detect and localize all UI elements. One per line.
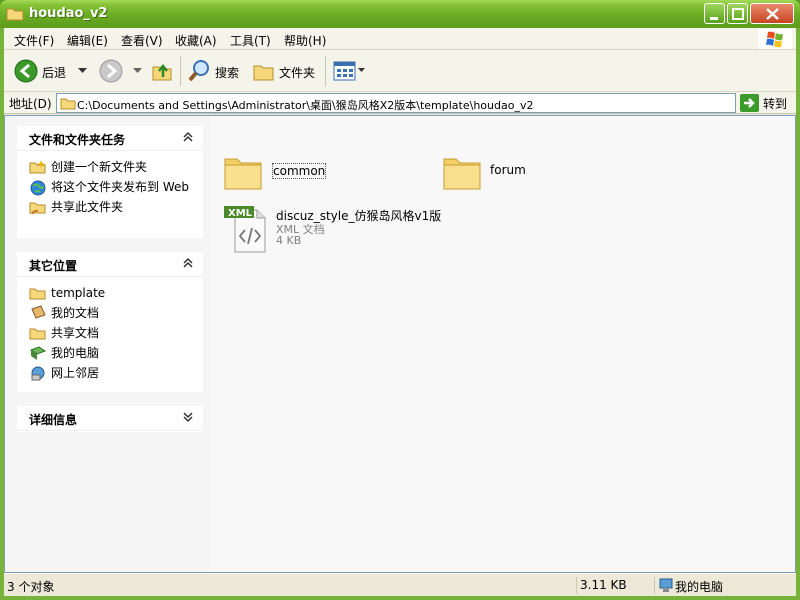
task-pane: 文件和文件夹任务 创建一个新文件夹 将这个文件夹发布到 Web 共享此文件夹 其… bbox=[5, 116, 210, 572]
network-icon bbox=[31, 366, 45, 381]
menu-bar: 文件(F) 编辑(E) 查看(V) 收藏(A) 工具(T) 帮助(H) bbox=[4, 28, 796, 50]
other-places-header[interactable]: 其它位置 bbox=[17, 252, 203, 277]
folder-icon bbox=[443, 158, 481, 190]
task-label: 共享此文件夹 bbox=[51, 200, 124, 214]
place-network[interactable]: 网上邻居 bbox=[27, 363, 203, 383]
menu-view[interactable]: 查看(V) bbox=[121, 32, 163, 49]
explorer-window: houdao_v2 文件(F) 编辑(E) 查看(V) 收藏(A) 工具(T) … bbox=[0, 0, 800, 600]
task-publish-web[interactable]: 将这个文件夹发布到 Web bbox=[27, 177, 203, 197]
minimize-button[interactable] bbox=[704, 3, 725, 24]
minimize-icon bbox=[710, 17, 718, 20]
toolbar-separator bbox=[325, 56, 326, 86]
place-label: template bbox=[51, 286, 106, 300]
address-label: 地址(D) bbox=[9, 97, 52, 111]
other-places-title: 其它位置 bbox=[29, 259, 78, 273]
up-folder-icon[interactable] bbox=[150, 59, 174, 83]
file-name: forum bbox=[490, 163, 526, 177]
forward-arrow-icon[interactable] bbox=[98, 58, 124, 84]
globe-icon bbox=[30, 180, 46, 196]
file-item-forum[interactable]: forum bbox=[442, 151, 552, 195]
place-label: 网上邻居 bbox=[51, 366, 100, 380]
title-bar[interactable]: houdao_v2 bbox=[0, 0, 800, 28]
menu-help[interactable]: 帮助(H) bbox=[284, 32, 326, 49]
chevron-down-icon[interactable] bbox=[181, 410, 195, 424]
status-bar: 3 个对象 3.11 KB 我的电脑 bbox=[4, 573, 796, 596]
views-icon[interactable] bbox=[333, 60, 357, 82]
search-button-label[interactable]: 搜索 bbox=[215, 64, 239, 81]
address-bar: 地址(D) C:\Documents and Settings\Administ… bbox=[4, 92, 796, 114]
place-label: 我的文档 bbox=[51, 306, 100, 320]
details-panel: 详细信息 bbox=[17, 406, 203, 432]
back-dropdown-icon[interactable] bbox=[78, 68, 87, 74]
menu-tools[interactable]: 工具(T) bbox=[230, 32, 271, 49]
other-places-panel: 其它位置 template 我的文档 共享文档 我的电脑 网上邻居 bbox=[17, 252, 203, 392]
place-label: 我的电脑 bbox=[51, 346, 100, 360]
toolbar-separator bbox=[180, 56, 181, 86]
place-label: 共享文档 bbox=[51, 326, 100, 340]
file-item-discuz-style[interactable]: XML discuz_style_仿猴岛风格v1版 XML 文档 4 KB bbox=[219, 204, 449, 254]
folder-icon bbox=[60, 98, 76, 110]
folders-button-label[interactable]: 文件夹 bbox=[279, 64, 315, 81]
go-arrow-icon[interactable] bbox=[740, 94, 760, 112]
xml-badge: XML bbox=[228, 208, 253, 219]
close-button[interactable] bbox=[750, 3, 794, 24]
status-location-label: 我的电脑 bbox=[675, 580, 724, 594]
forward-dropdown-icon[interactable] bbox=[133, 68, 142, 74]
toolbar: 后退 搜索 文件夹 bbox=[4, 50, 796, 92]
address-input[interactable]: C:\Documents and Settings\Administrator\… bbox=[56, 93, 736, 113]
task-share-folder[interactable]: 共享此文件夹 bbox=[27, 197, 203, 217]
views-dropdown-icon[interactable] bbox=[358, 68, 365, 73]
status-location: 我的电脑 bbox=[654, 577, 796, 594]
search-icon[interactable] bbox=[188, 59, 212, 83]
folder-icon bbox=[6, 8, 24, 21]
my-documents-icon bbox=[31, 305, 46, 319]
new-folder-icon bbox=[29, 160, 46, 174]
status-size: 3.11 KB bbox=[576, 577, 652, 594]
place-my-documents[interactable]: 我的文档 bbox=[27, 303, 203, 323]
task-new-folder[interactable]: 创建一个新文件夹 bbox=[27, 157, 203, 177]
back-button-label[interactable]: 后退 bbox=[42, 64, 66, 81]
task-label: 创建一个新文件夹 bbox=[51, 160, 148, 174]
place-my-computer[interactable]: 我的电脑 bbox=[27, 343, 203, 363]
place-shared-documents[interactable]: 共享文档 bbox=[27, 323, 203, 343]
place-template[interactable]: template bbox=[27, 283, 203, 303]
file-size: 4 KB bbox=[276, 234, 302, 247]
windows-logo-icon bbox=[758, 29, 792, 49]
shared-folder-icon bbox=[29, 328, 46, 340]
window-title: houdao_v2 bbox=[29, 6, 108, 21]
file-tasks-header[interactable]: 文件和文件夹任务 bbox=[17, 126, 203, 151]
status-objects: 3 个对象 bbox=[7, 580, 55, 594]
menu-file[interactable]: 文件(F) bbox=[14, 32, 54, 49]
go-button-label[interactable]: 转到 bbox=[763, 95, 787, 112]
details-title: 详细信息 bbox=[29, 413, 78, 427]
share-folder-icon bbox=[29, 202, 46, 215]
computer-icon bbox=[659, 578, 673, 592]
file-name: common bbox=[272, 163, 327, 179]
file-item-common[interactable]: common bbox=[223, 151, 333, 195]
menu-favorites[interactable]: 收藏(A) bbox=[175, 32, 217, 49]
chevron-up-icon[interactable] bbox=[181, 256, 195, 270]
file-tasks-panel: 文件和文件夹任务 创建一个新文件夹 将这个文件夹发布到 Web 共享此文件夹 bbox=[17, 126, 203, 238]
my-computer-icon bbox=[29, 346, 47, 360]
file-tasks-title: 文件和文件夹任务 bbox=[29, 133, 126, 147]
maximize-icon bbox=[732, 8, 744, 20]
folder-icon bbox=[224, 158, 262, 190]
window-frame: 文件(F) 编辑(E) 查看(V) 收藏(A) 工具(T) 帮助(H) 后退 搜… bbox=[4, 28, 796, 596]
close-icon bbox=[766, 8, 779, 20]
content-area: 文件和文件夹任务 创建一个新文件夹 将这个文件夹发布到 Web 共享此文件夹 其… bbox=[4, 115, 796, 573]
details-header[interactable]: 详细信息 bbox=[17, 406, 203, 431]
back-arrow-icon[interactable] bbox=[13, 58, 39, 84]
folder-icon bbox=[29, 288, 46, 300]
task-label: 将这个文件夹发布到 Web bbox=[51, 180, 189, 194]
chevron-up-icon[interactable] bbox=[181, 130, 195, 144]
address-path: C:\Documents and Settings\Administrator\… bbox=[77, 99, 534, 112]
folders-icon[interactable] bbox=[252, 60, 276, 82]
xml-file-icon: XML bbox=[224, 206, 266, 253]
maximize-button[interactable] bbox=[727, 3, 748, 24]
menu-edit[interactable]: 编辑(E) bbox=[67, 32, 108, 49]
